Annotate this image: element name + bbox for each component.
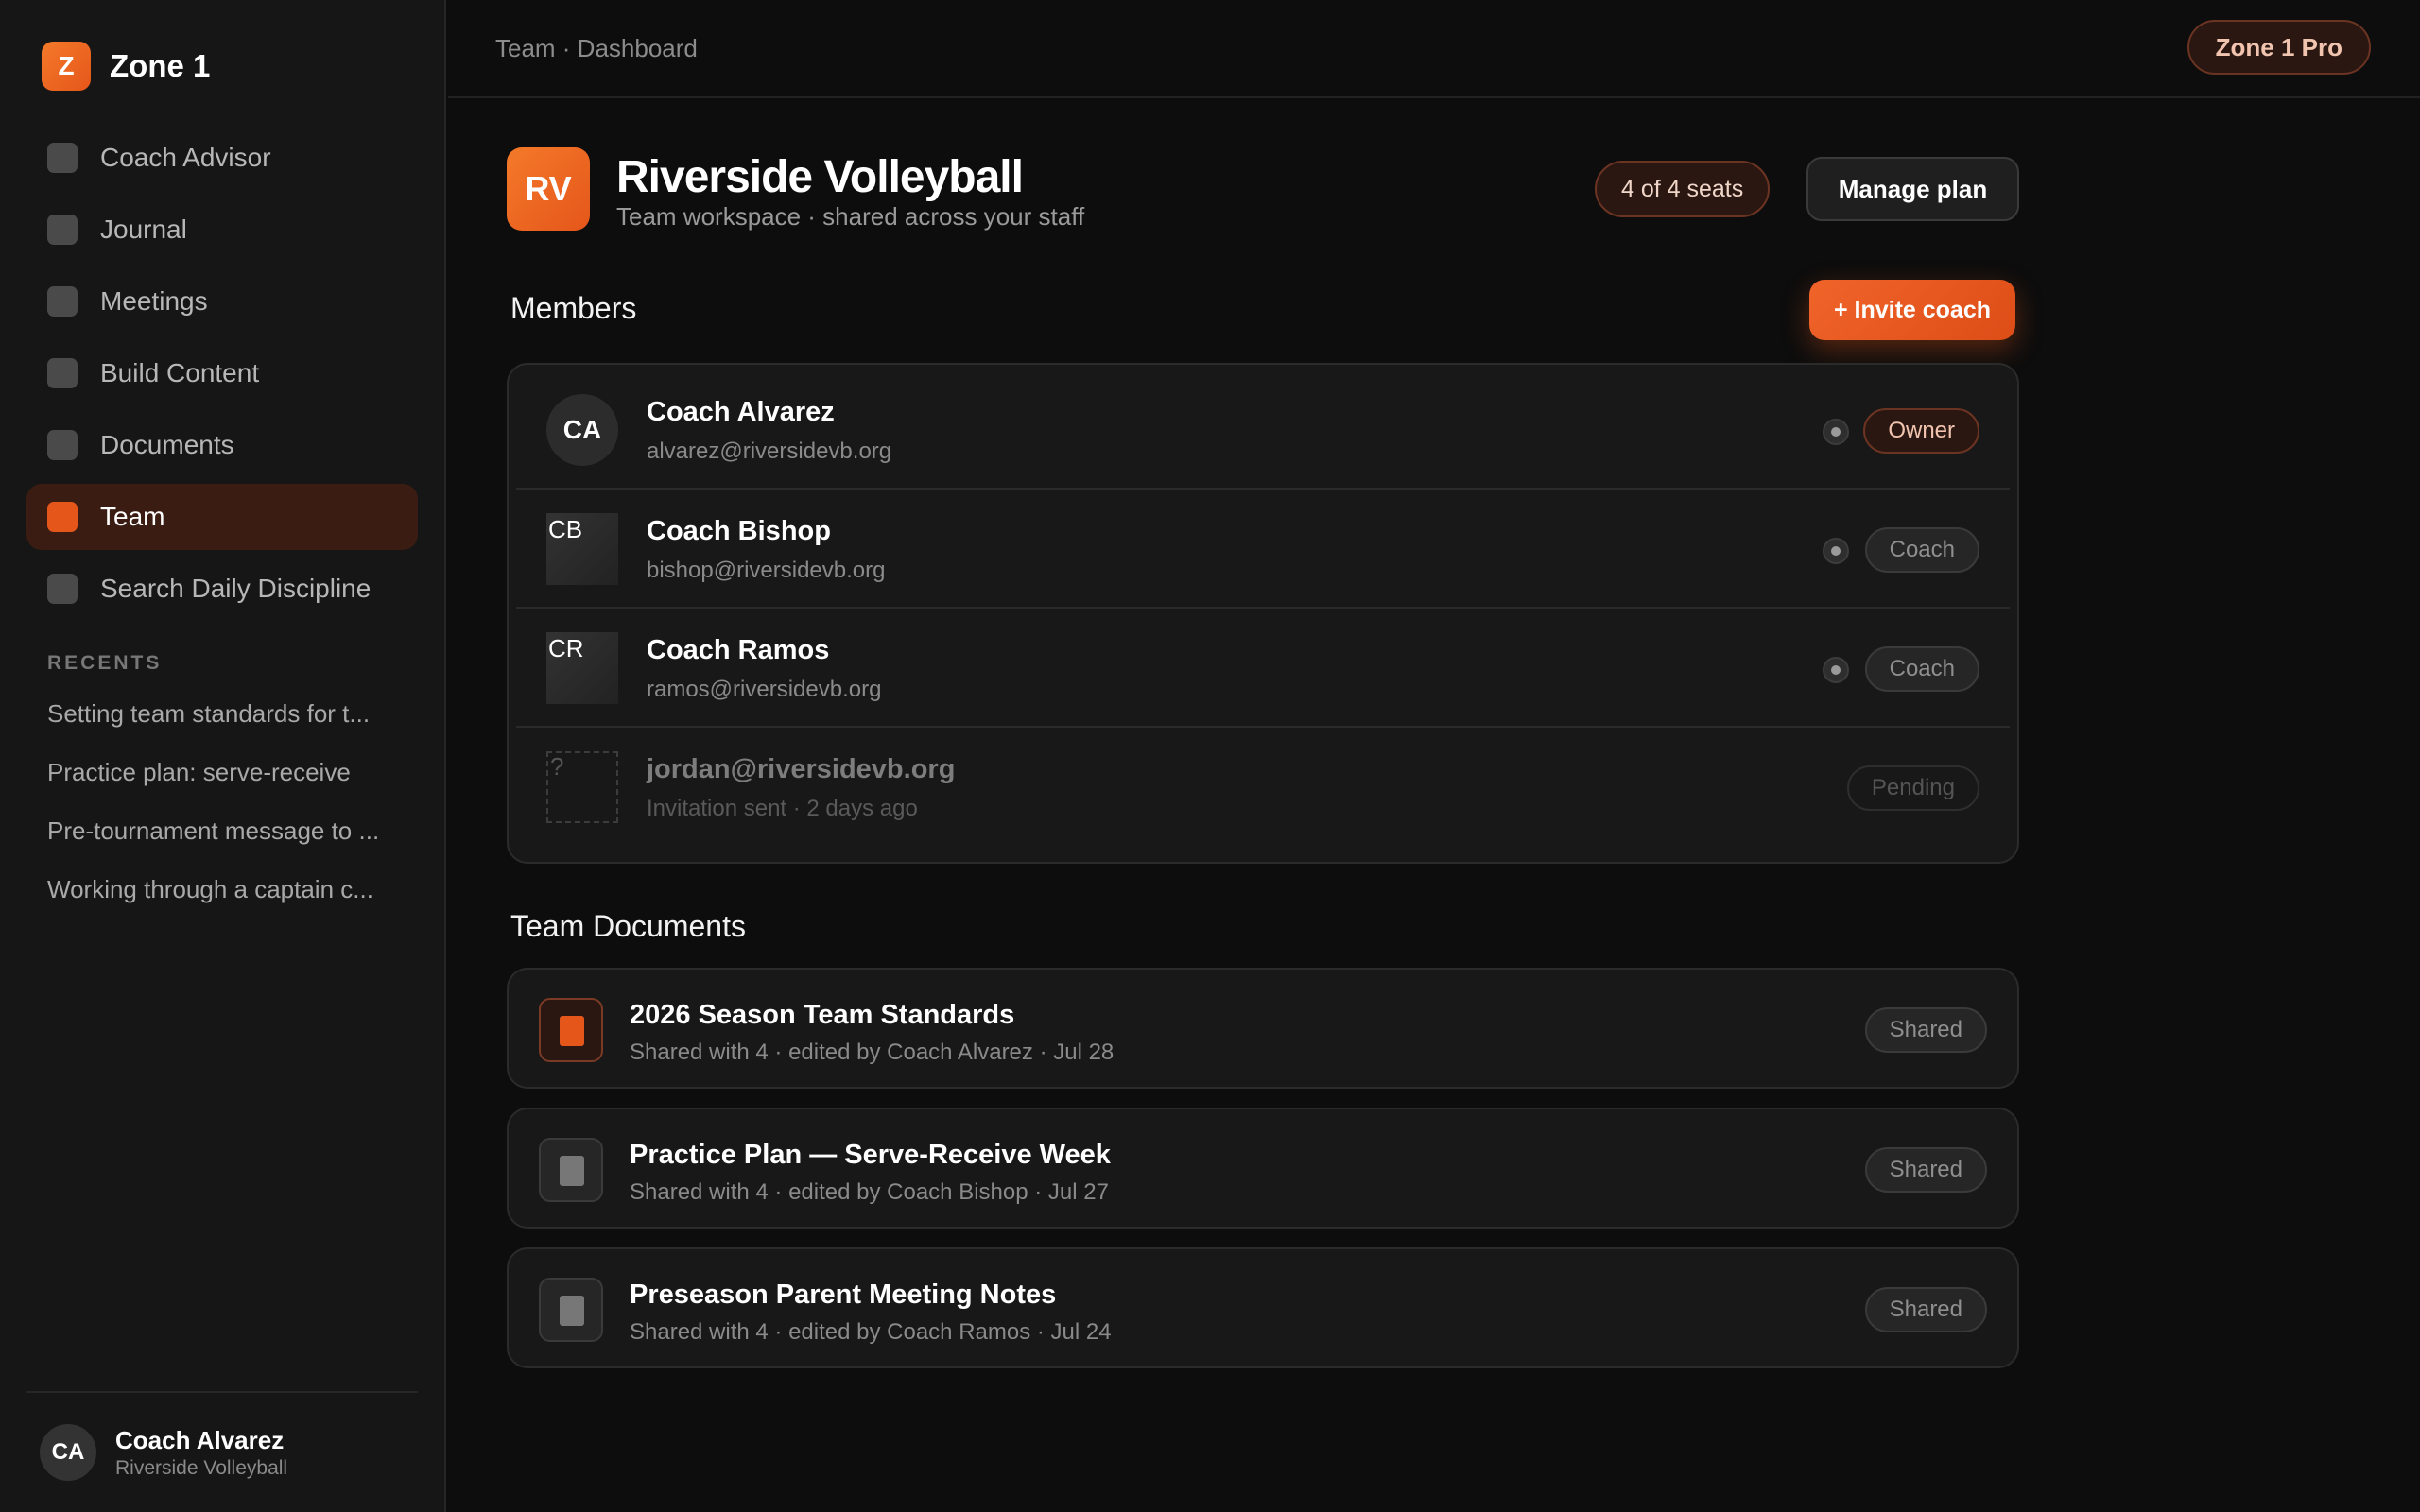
sidebar-item-meetings[interactable]: Meetings (26, 268, 418, 335)
breadcrumb: Team · Dashboard (495, 34, 698, 62)
status-dot-icon (1823, 419, 1849, 445)
app-brand[interactable]: Z Zone 1 (42, 42, 210, 91)
recent-item[interactable]: Working through a captain c... (47, 875, 406, 934)
avatar: CR (546, 632, 618, 704)
sidebar-nav: Coach Advisor Journal Meetings Build Con… (26, 125, 418, 627)
member-email: alvarez@riversidevb.org (647, 438, 892, 464)
team-documents-heading: Team Documents (510, 909, 746, 943)
coach-advisor-icon (47, 143, 78, 173)
document-title: 2026 Season Team Standards (630, 1000, 1015, 1030)
members-heading: Members (510, 291, 637, 325)
document-meta: Shared with 4 · edited by Coach Ramos · … (630, 1319, 1112, 1345)
avatar: CB (546, 513, 618, 585)
document-item[interactable]: 2026 Season Team Standards Shared with 4… (507, 968, 2019, 1089)
sidebar-item-label: Build Content (100, 358, 260, 387)
meetings-icon (47, 286, 78, 317)
seats-badge: 4 of 4 seats (1595, 161, 1771, 217)
document-icon (539, 998, 603, 1062)
sidebar-item-label: Journal (100, 215, 187, 244)
app-logo: Z (42, 42, 91, 91)
member-row[interactable]: CR Coach Ramos ramos@riversidevb.org Coa… (516, 609, 2010, 728)
invite-coach-button[interactable]: + Invite coach (1809, 280, 2015, 340)
sidebar-item-team[interactable]: Team (26, 484, 418, 550)
sidebar-item-label: Coach Advisor (100, 143, 271, 172)
member-name: Coach Bishop (647, 516, 831, 546)
member-email: ramos@riversidevb.org (647, 677, 882, 702)
sidebar-item-documents[interactable]: Documents (26, 412, 418, 478)
member-row[interactable]: CB Coach Bishop bishop@riversidevb.org C… (516, 490, 2010, 609)
document-item[interactable]: Practice Plan — Serve-Receive Week Share… (507, 1108, 2019, 1228)
avatar: CA (40, 1424, 96, 1481)
shared-badge: Shared (1864, 1287, 1987, 1332)
current-user-team: Riverside Volleyball (115, 1456, 288, 1479)
recent-item[interactable]: Practice plan: serve-receive (47, 758, 406, 816)
recent-item[interactable]: Pre-tournament message to ... (47, 816, 406, 875)
team-header: RV Riverside Volleyball Team workspace ·… (507, 147, 2019, 232)
role-badge[interactable]: Coach (1864, 527, 1979, 573)
status-dot-icon (1823, 538, 1849, 564)
recent-item[interactable]: Setting team standards for t... (47, 699, 406, 758)
plan-badge[interactable]: Zone 1 Pro (2187, 20, 2371, 75)
current-user-info: Coach Alvarez Riverside Volleyball (115, 1426, 287, 1480)
top-bar: Team · Dashboard Zone 1 Pro (448, 0, 2420, 98)
manage-plan-button[interactable]: Manage plan (1806, 157, 2019, 221)
journal-icon (47, 215, 78, 245)
sidebar-item-label: Documents (100, 430, 234, 459)
member-name: Coach Ramos (647, 635, 830, 665)
role-badge[interactable]: Coach (1864, 646, 1979, 692)
team-logo: RV (507, 147, 590, 231)
member-email: bishop@riversidevb.org (647, 558, 886, 583)
member-row[interactable]: CA Coach Alvarez alvarez@riversidevb.org… (516, 370, 2010, 490)
shared-badge: Shared (1864, 1147, 1987, 1193)
document-icon (539, 1138, 603, 1202)
document-title: Practice Plan — Serve-Receive Week (630, 1140, 1111, 1170)
documents-icon (47, 430, 78, 460)
sidebar-item-build-content[interactable]: Build Content (26, 340, 418, 406)
sidebar-item-label: Meetings (100, 286, 208, 316)
avatar: CA (546, 394, 618, 466)
role-badge: Owner (1863, 408, 1979, 454)
status-dot-icon (1823, 657, 1849, 683)
document-item[interactable]: Preseason Parent Meeting Notes Shared wi… (507, 1247, 2019, 1368)
member-name: Coach Alvarez (647, 397, 835, 427)
invite-status: Invitation sent · 2 days ago (647, 796, 918, 821)
build-content-icon (47, 358, 78, 388)
current-user[interactable]: CA Coach Alvarez Riverside Volleyball (26, 1391, 418, 1512)
recents-heading: RECENTS (47, 652, 163, 674)
document-icon (539, 1278, 603, 1342)
sidebar-item-label: Team (100, 502, 165, 531)
members-list: CA Coach Alvarez alvarez@riversidevb.org… (507, 363, 2019, 864)
search-icon (47, 574, 78, 604)
team-icon (47, 502, 78, 532)
member-name: jordan@riversidevb.org (647, 754, 956, 784)
sidebar-item-coach-advisor[interactable]: Coach Advisor (26, 125, 418, 191)
role-badge: Pending (1846, 765, 1979, 811)
document-meta: Shared with 4 · edited by Coach Alvarez … (630, 1040, 1115, 1065)
current-user-name: Coach Alvarez (115, 1425, 285, 1454)
page-subtitle: Team workspace · shared across your staf… (616, 202, 1085, 231)
sidebar-item-search-daily-discipline[interactable]: Search Daily Discipline (26, 556, 418, 622)
document-title: Preseason Parent Meeting Notes (630, 1280, 1057, 1310)
pending-invite-row[interactable]: ? jordan@riversidevb.org Invitation sent… (516, 728, 2010, 847)
app-name: Zone 1 (110, 48, 211, 83)
document-meta: Shared with 4 · edited by Coach Bishop ·… (630, 1179, 1109, 1205)
sidebar-item-journal[interactable]: Journal (26, 197, 418, 263)
page-title: Riverside Volleyball (616, 152, 1024, 202)
sidebar: Z Zone 1 Coach Advisor Journal Meetings … (0, 0, 446, 1512)
avatar-placeholder: ? (546, 751, 618, 823)
recents-list: Setting team standards for t... Practice… (47, 699, 406, 934)
shared-badge: Shared (1864, 1007, 1987, 1053)
sidebar-item-label: Search Daily Discipline (100, 574, 372, 603)
